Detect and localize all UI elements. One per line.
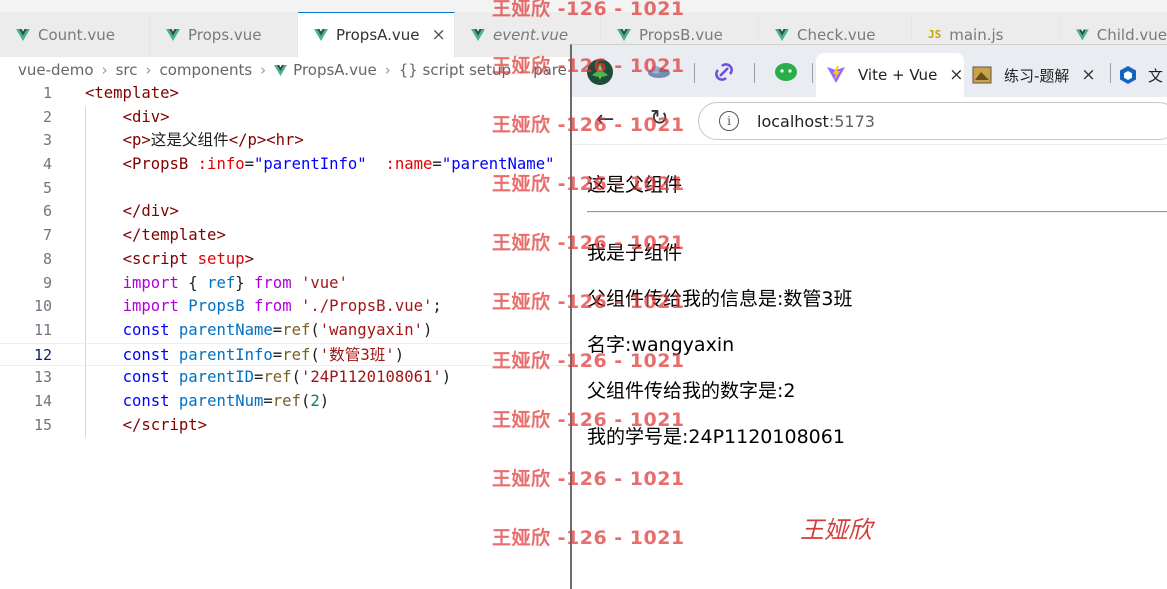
chevron-right-icon: ›: [101, 61, 108, 79]
address-bar: ← ↻ i localhost:5173: [572, 97, 1167, 145]
chevron-right-icon: ›: [384, 61, 391, 79]
tab-propsa-vue[interactable]: PropsA.vue ×: [298, 12, 455, 57]
info-line: 父组件传给我的信息是:数管3班: [587, 288, 853, 310]
breadcrumb-item-src[interactable]: src: [116, 61, 138, 79]
tab-label: Check.vue: [797, 25, 876, 44]
url-host: localhost: [757, 111, 829, 131]
tab-count-vue[interactable]: Count.vue: [0, 12, 150, 57]
name-line: 名字:wangyaxin: [587, 334, 735, 356]
line-number: 2: [42, 107, 52, 126]
favicon-image-icon: [972, 66, 992, 84]
tab-label: event.vue: [493, 25, 569, 44]
browser-tab-label: Vite + Vue: [858, 66, 938, 84]
breadcrumb-item-symbol[interactable]: pare: [533, 61, 567, 79]
number-line: 父组件传给我的数字是:2: [587, 380, 796, 402]
browser-tab-doc[interactable]: 文: [1118, 53, 1167, 97]
line-number: 10: [33, 297, 52, 316]
line-number: 3: [42, 131, 52, 150]
browser-tab-bar: Vite + Vue × 练习-题解 × 文: [572, 45, 1167, 97]
tab-separator: [1110, 63, 1111, 83]
code-text: const parentNum=ref(2): [122, 391, 330, 410]
chevron-right-icon: ›: [260, 61, 267, 79]
breadcrumb-item-script-setup[interactable]: {} script setup: [399, 61, 511, 79]
browser-tab-exercise[interactable]: 练习-题解 ×: [972, 53, 1112, 97]
code-text: import PropsB from './PropsB.vue';: [122, 297, 442, 316]
line-number: 7: [42, 226, 52, 245]
vue-icon: [314, 29, 328, 41]
horizontal-rule: [587, 211, 1167, 213]
tab-separator: [694, 63, 695, 83]
js-icon: JS: [928, 28, 942, 41]
tab-separator: [754, 63, 755, 83]
vue-icon: [617, 28, 631, 41]
close-icon[interactable]: ×: [432, 25, 446, 45]
vue-icon: [471, 28, 485, 41]
url-input[interactable]: i localhost:5173: [698, 102, 1167, 140]
line-number: 11: [33, 320, 52, 339]
tab-label: main.js: [949, 25, 1004, 44]
code-text: const parentName=ref('wangyaxin'): [122, 320, 433, 339]
parent-heading: 这是父组件: [587, 174, 683, 196]
code-text: const parentID=ref('24P1120108061'): [122, 368, 452, 387]
line-number: 9: [42, 273, 52, 292]
breadcrumb-item-components[interactable]: components: [159, 61, 252, 79]
tab-label: Props.vue: [188, 25, 262, 44]
app-logo-icon[interactable]: [586, 58, 614, 86]
line-number: 12: [33, 345, 52, 364]
code-text: </div>: [122, 202, 179, 221]
line-number: 13: [33, 368, 52, 387]
code-text: const parentInfo=ref('数管3班'): [122, 345, 405, 364]
tab-props-vue[interactable]: Props.vue: [150, 12, 298, 57]
cloud-icon[interactable]: [646, 61, 672, 81]
cube-icon: [1120, 66, 1136, 84]
vite-logo-icon: [827, 66, 845, 83]
reload-icon[interactable]: ↻: [650, 106, 668, 131]
close-icon[interactable]: ×: [1081, 65, 1095, 85]
tab-label: PropsA.vue: [336, 26, 420, 44]
vue-icon: [274, 64, 288, 76]
code-text: <template>: [85, 84, 179, 102]
browser-window: Vite + Vue × 练习-题解 × 文 ← ↻ i localhost:5…: [570, 44, 1167, 589]
code-text: </template>: [122, 226, 226, 245]
line-number: 5: [42, 178, 52, 197]
back-arrow-icon[interactable]: ←: [596, 107, 614, 132]
tab-label: PropsB.vue: [639, 25, 723, 44]
line-number: 8: [42, 249, 52, 268]
chevron-right-icon: ›: [519, 61, 526, 79]
info-icon[interactable]: i: [719, 111, 739, 131]
url-port: :5173: [828, 111, 875, 131]
browser-tab-label: 文: [1148, 66, 1164, 85]
handwritten-signature: 王娅欣: [800, 516, 872, 544]
line-number: 4: [42, 155, 52, 174]
vue-icon: [16, 28, 30, 41]
vue-icon: [775, 28, 789, 41]
link-icon[interactable]: [710, 58, 738, 86]
breadcrumb-item-file[interactable]: PropsA.vue: [293, 61, 377, 79]
code-text: <div>: [122, 107, 170, 126]
code-text: <p>这是父组件</p><hr>: [122, 131, 304, 150]
code-text: <script setup>: [122, 249, 255, 268]
student-id-line: 我的学号是:24P1120108061: [587, 426, 845, 448]
chevron-right-icon: ›: [145, 61, 152, 79]
code-text: import { ref} from 'vue': [122, 273, 348, 292]
close-icon[interactable]: ×: [949, 65, 963, 85]
vue-icon: [166, 28, 180, 41]
vue-icon: [1076, 29, 1089, 40]
wechat-icon[interactable]: [772, 58, 800, 86]
tab-label: Child.vue: [1096, 25, 1167, 44]
line-number: 14: [33, 391, 52, 410]
code-text: </script>: [122, 415, 208, 434]
browser-tab-label: 练习-题解: [1004, 66, 1070, 85]
breadcrumb-item-vue-demo[interactable]: vue-demo: [18, 61, 94, 79]
tab-label: Count.vue: [38, 25, 115, 44]
code-text: <PropsB :info="parentInfo" :name="parent…: [122, 155, 555, 174]
line-number: 6: [42, 202, 52, 221]
line-number: 15: [33, 415, 52, 434]
line-number: 1: [42, 84, 52, 102]
child-heading: 我是子组件: [587, 242, 683, 264]
tab-separator: [812, 63, 813, 83]
browser-tab-vite-vue[interactable]: Vite + Vue ×: [816, 53, 964, 97]
